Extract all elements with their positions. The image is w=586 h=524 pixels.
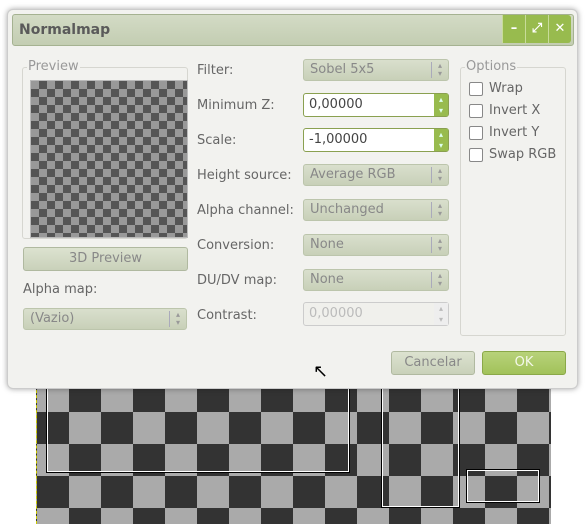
spinner-arrows-icon: ▴ ▾ xyxy=(434,303,448,325)
contrast-value: 0,00000 xyxy=(309,306,363,321)
alpha-map-value: (Vazio) xyxy=(30,311,75,326)
invert-x-checkbox[interactable]: Invert X xyxy=(469,103,540,118)
spinner-arrows-icon: ▴ ▾ xyxy=(431,167,448,183)
cancel-button[interactable]: Cancelar xyxy=(391,351,475,375)
filter-label: Filter: xyxy=(197,63,234,78)
alpha-channel-label: Alpha channel: xyxy=(197,203,294,218)
minimum-z-input[interactable]: 0,00000 ▴ ▾ xyxy=(303,93,449,117)
contrast-label: Contrast: xyxy=(197,308,257,323)
checkbox-icon xyxy=(469,103,483,118)
window-title: Normalmap xyxy=(19,22,111,38)
conversion-label: Conversion: xyxy=(197,238,275,253)
alpha-channel-select[interactable]: Unchanged ▴ ▾ xyxy=(303,199,449,221)
options-label: Options xyxy=(465,59,518,74)
spinner-arrows-icon: ▴ ▾ xyxy=(431,237,448,253)
close-icon[interactable]: ✕ xyxy=(548,15,571,43)
alpha-map-select[interactable]: (Vazio) ▴ ▾ xyxy=(23,308,187,330)
spinner-arrows-icon[interactable]: ▴ ▾ xyxy=(434,94,448,116)
dudv-map-label: DU/DV map: xyxy=(197,273,277,288)
scale-value: -1,00000 xyxy=(309,132,368,147)
conversion-select[interactable]: None ▴ ▾ xyxy=(303,234,449,256)
scale-label: Scale: xyxy=(197,133,237,148)
maximize-icon[interactable]: ⤢ xyxy=(525,15,548,43)
spinner-arrows-icon: ▴ ▾ xyxy=(431,62,448,78)
swap-rgb-label: Swap RGB xyxy=(489,147,557,162)
spinner-arrows-icon[interactable]: ▴ ▾ xyxy=(434,129,448,151)
minimum-z-label: Minimum Z: xyxy=(197,98,275,113)
checkbox-icon xyxy=(469,81,483,96)
height-source-value: Average RGB xyxy=(310,167,396,182)
alpha-map-label: Alpha map: xyxy=(23,282,98,297)
minimize-icon[interactable]: – xyxy=(502,15,525,43)
3d-preview-button[interactable]: 3D Preview xyxy=(23,247,188,271)
dudv-map-select[interactable]: None ▴ ▾ xyxy=(303,269,449,291)
dudv-map-value: None xyxy=(310,272,344,287)
wrap-checkbox[interactable]: Wrap xyxy=(469,81,523,96)
height-source-label: Height source: xyxy=(197,168,292,183)
normalmap-dialog: Normalmap – ⤢ ✕ Preview 3D Preview Alpha… xyxy=(7,9,578,389)
spinner-arrows-icon: ▴ ▾ xyxy=(431,272,448,288)
minimum-z-value: 0,00000 xyxy=(309,97,363,112)
conversion-value: None xyxy=(310,237,344,252)
layer-frame xyxy=(46,379,350,473)
filter-select[interactable]: Sobel 5x5 ▴ ▾ xyxy=(303,59,449,81)
ok-button[interactable]: OK xyxy=(482,351,566,375)
checkbox-icon xyxy=(469,125,483,140)
preview-image xyxy=(30,80,188,238)
layer-frame xyxy=(466,469,540,503)
preview-label: Preview xyxy=(27,59,80,74)
mouse-cursor-icon: ↖ xyxy=(313,361,329,382)
filter-value: Sobel 5x5 xyxy=(310,62,375,77)
checkbox-icon xyxy=(469,147,483,162)
invert-y-checkbox[interactable]: Invert Y xyxy=(469,125,539,140)
image-canvas xyxy=(36,379,551,524)
spinner-arrows-icon: ▴ ▾ xyxy=(169,311,186,327)
alpha-channel-value: Unchanged xyxy=(310,202,384,217)
scale-input[interactable]: -1,00000 ▴ ▾ xyxy=(303,128,449,152)
invert-y-label: Invert Y xyxy=(489,125,540,140)
swap-rgb-checkbox[interactable]: Swap RGB xyxy=(469,147,556,162)
layer-frame xyxy=(381,379,460,508)
title-bar[interactable]: Normalmap – ⤢ ✕ xyxy=(12,14,574,46)
contrast-input[interactable]: 0,00000 ▴ ▾ xyxy=(303,302,449,326)
wrap-label: Wrap xyxy=(489,81,523,96)
invert-x-label: Invert X xyxy=(489,103,541,118)
height-source-select[interactable]: Average RGB ▴ ▾ xyxy=(303,164,449,186)
spinner-arrows-icon: ▴ ▾ xyxy=(431,202,448,218)
